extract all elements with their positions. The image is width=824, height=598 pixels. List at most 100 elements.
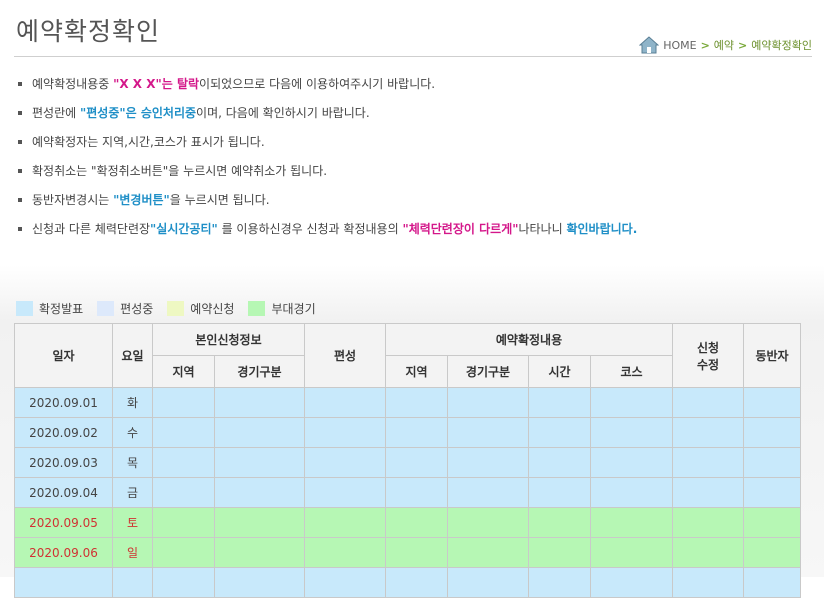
col-edit-line1: 신청 bbox=[696, 340, 720, 355]
reservation-table: 일자 요일 본인신청정보 편성 예약확정내용 신청 수정 동반자 지역 경기구분… bbox=[14, 323, 801, 598]
legend-item: 편성중 bbox=[97, 300, 153, 317]
table-cell bbox=[304, 477, 386, 508]
notice-text: 동반자변경시는 bbox=[32, 193, 114, 207]
table-cell bbox=[152, 507, 215, 538]
table-cell bbox=[385, 417, 448, 448]
table-row: 2020.09.05 토 bbox=[14, 507, 801, 538]
table-cell bbox=[214, 387, 305, 418]
table-row: 2020.09.04 금 bbox=[14, 477, 801, 508]
breadcrumb: HOME > 예약 > 예약확정확인 bbox=[639, 36, 812, 54]
cell-date: 2020.09.04 bbox=[14, 477, 113, 508]
col-date: 일자 bbox=[14, 323, 113, 388]
cell-date bbox=[14, 567, 113, 598]
notice-text: "체력단련장이 다르게" bbox=[402, 222, 519, 236]
col-conf-time: 시간 bbox=[528, 355, 591, 388]
breadcrumb-separator: > bbox=[700, 38, 710, 52]
legend-swatch bbox=[248, 301, 266, 316]
page-title: 예약확정확인 bbox=[16, 17, 161, 46]
table-cell bbox=[152, 537, 215, 568]
notice-text: 를 이용하신경우 신청과 확정내용의 bbox=[217, 222, 403, 236]
col-assign: 편성 bbox=[304, 323, 386, 388]
table-cell bbox=[304, 417, 386, 448]
cell-day bbox=[112, 567, 153, 598]
table-cell bbox=[672, 507, 744, 538]
table-cell bbox=[385, 387, 448, 418]
table-cell bbox=[152, 387, 215, 418]
notice-item: 확정취소는 "확정취소버튼"을 누르시면 예약취소가 됩니다. bbox=[18, 163, 818, 179]
table-cell bbox=[672, 567, 744, 598]
notice-text: 이며, 다음에 확인하시기 바랍니다. bbox=[196, 106, 370, 120]
notice-text: 예약확정자는 지역,시간,코스가 표시가 됩니다. bbox=[32, 135, 265, 149]
table-cell bbox=[385, 507, 448, 538]
breadcrumb-reservation[interactable]: 예약 bbox=[714, 37, 734, 53]
table-cell bbox=[152, 417, 215, 448]
col-conf-course: 코스 bbox=[590, 355, 673, 388]
table-row bbox=[14, 567, 801, 598]
table-cell bbox=[214, 417, 305, 448]
breadcrumb-current: 예약확정확인 bbox=[751, 39, 812, 52]
notice-text: "실시간공티" bbox=[150, 222, 218, 236]
cell-date: 2020.09.03 bbox=[14, 447, 113, 478]
col-edit: 신청 수정 bbox=[672, 323, 744, 388]
notice-text: 편성란에 bbox=[32, 106, 80, 120]
table-cell bbox=[590, 507, 673, 538]
table-cell bbox=[304, 447, 386, 478]
notice-text: "변경버튼" bbox=[113, 193, 170, 207]
table-cell bbox=[385, 537, 448, 568]
notice-text: 신청과 다른 체력단련장 bbox=[32, 222, 151, 236]
table-cell bbox=[528, 477, 591, 508]
col-self-type: 경기구분 bbox=[214, 355, 305, 388]
table-cell bbox=[743, 537, 801, 568]
table-cell bbox=[304, 537, 386, 568]
table-row: 2020.09.06 일 bbox=[14, 537, 801, 568]
table-cell bbox=[447, 477, 529, 508]
table-cell bbox=[447, 507, 529, 538]
legend-item: 확정발표 bbox=[16, 300, 83, 317]
breadcrumb-separator: > bbox=[738, 38, 748, 52]
notice-text: 을 누르시면 됩니다. bbox=[169, 193, 270, 207]
table-cell bbox=[447, 567, 529, 598]
table-cell bbox=[743, 567, 801, 598]
table-cell bbox=[528, 507, 591, 538]
home-icon[interactable] bbox=[639, 36, 660, 54]
table-cell bbox=[447, 387, 529, 418]
table-cell bbox=[152, 567, 215, 598]
table-cell bbox=[447, 447, 529, 478]
table-cell bbox=[590, 477, 673, 508]
table-cell bbox=[528, 567, 591, 598]
notice-list: 예약확정내용중 "X X X"는 탈락이되었으므로 다음에 이용하여주시기 바랍… bbox=[18, 76, 818, 250]
col-self-region: 지역 bbox=[152, 355, 215, 388]
notice-text: 이되었으므로 다음에 이용하여주시기 바랍니다. bbox=[199, 77, 436, 91]
notice-item: 신청과 다른 체력단련장"실시간공티" 를 이용하신경우 신청과 확정내용의 "… bbox=[18, 221, 818, 237]
cell-date: 2020.09.06 bbox=[14, 537, 113, 568]
table-cell bbox=[152, 447, 215, 478]
breadcrumb-home[interactable]: HOME bbox=[663, 39, 696, 52]
table-cell bbox=[590, 567, 673, 598]
cell-date: 2020.09.01 bbox=[14, 387, 113, 418]
table-cell bbox=[152, 477, 215, 508]
cell-day: 일 bbox=[112, 537, 153, 568]
table-cell bbox=[214, 507, 305, 538]
col-conf-type: 경기구분 bbox=[447, 355, 529, 388]
notice-item: 편성란에 "편성중"은 승인처리중이며, 다음에 확인하시기 바랍니다. bbox=[18, 105, 818, 121]
notice-text: "편성중"은 승인처리중 bbox=[79, 106, 197, 120]
col-group-confirm: 예약확정내용 bbox=[385, 323, 673, 356]
table-cell bbox=[743, 417, 801, 448]
table-row: 2020.09.02 수 bbox=[14, 417, 801, 448]
notice-text: 나타나니 bbox=[518, 222, 567, 236]
table-cell bbox=[743, 447, 801, 478]
legend-item: 부대경기 bbox=[248, 300, 316, 317]
table-cell bbox=[672, 417, 744, 448]
notice-item: 예약확정내용중 "X X X"는 탈락이되었으므로 다음에 이용하여주시기 바랍… bbox=[18, 76, 818, 92]
cell-day: 금 bbox=[112, 477, 153, 508]
table-cell bbox=[528, 537, 591, 568]
table-cell bbox=[528, 417, 591, 448]
table-cell bbox=[214, 477, 305, 508]
table-cell bbox=[447, 417, 529, 448]
table-cell bbox=[672, 477, 744, 508]
cell-day: 수 bbox=[112, 417, 153, 448]
table-cell bbox=[672, 537, 744, 568]
cell-date: 2020.09.05 bbox=[14, 507, 113, 538]
cell-day: 토 bbox=[112, 507, 153, 538]
cell-day: 목 bbox=[112, 447, 153, 478]
